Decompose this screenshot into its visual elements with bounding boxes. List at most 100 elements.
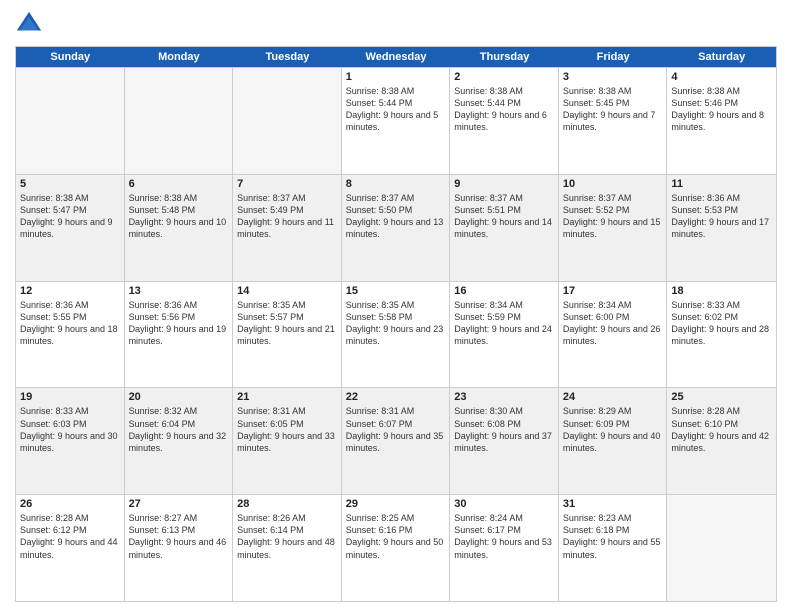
day-number: 30	[454, 498, 554, 510]
day-number: 10	[563, 178, 663, 190]
calendar-cell	[233, 68, 342, 174]
cell-info: Sunrise: 8:31 AM Sunset: 6:07 PM Dayligh…	[346, 405, 446, 454]
day-number: 21	[237, 391, 337, 403]
cell-info: Sunrise: 8:34 AM Sunset: 5:59 PM Dayligh…	[454, 299, 554, 348]
day-number: 12	[20, 285, 120, 297]
cell-info: Sunrise: 8:32 AM Sunset: 6:04 PM Dayligh…	[129, 405, 229, 454]
day-number: 26	[20, 498, 120, 510]
day-number: 8	[346, 178, 446, 190]
page: SundayMondayTuesdayWednesdayThursdayFrid…	[0, 0, 792, 612]
calendar-cell: 19 Sunrise: 8:33 AM Sunset: 6:03 PM Dayli…	[16, 388, 125, 494]
calendar-week-1: 1Sunrise: 8:38 AM Sunset: 5:44 PM Daylig…	[16, 67, 776, 174]
day-number: 31	[563, 498, 663, 510]
calendar-cell: 27 Sunrise: 8:27 AM Sunset: 6:13 PM Dayli…	[125, 495, 234, 601]
day-number: 23	[454, 391, 554, 403]
calendar-header: SundayMondayTuesdayWednesdayThursdayFrid…	[16, 47, 776, 67]
day-number: 19	[20, 391, 120, 403]
calendar-week-3: 12 Sunrise: 8:36 AM Sunset: 5:55 PM Dayli…	[16, 281, 776, 388]
calendar-cell: 28 Sunrise: 8:26 AM Sunset: 6:14 PM Dayli…	[233, 495, 342, 601]
cell-info: Sunrise: 8:27 AM Sunset: 6:13 PM Dayligh…	[129, 512, 229, 561]
calendar-cell: 4Sunrise: 8:38 AM Sunset: 5:46 PM Daylig…	[667, 68, 776, 174]
cell-info: Sunrise: 8:35 AM Sunset: 5:57 PM Dayligh…	[237, 299, 337, 348]
cell-info: Sunrise: 8:23 AM Sunset: 6:18 PM Dayligh…	[563, 512, 663, 561]
day-number: 25	[671, 391, 772, 403]
cell-info: Sunrise: 8:25 AM Sunset: 6:16 PM Dayligh…	[346, 512, 446, 561]
calendar-cell: 24 Sunrise: 8:29 AM Sunset: 6:09 PM Dayli…	[559, 388, 668, 494]
calendar-cell: 29 Sunrise: 8:25 AM Sunset: 6:16 PM Dayli…	[342, 495, 451, 601]
calendar-week-4: 19 Sunrise: 8:33 AM Sunset: 6:03 PM Dayli…	[16, 387, 776, 494]
day-number: 28	[237, 498, 337, 510]
header-day-thursday: Thursday	[450, 47, 559, 67]
header-day-wednesday: Wednesday	[342, 47, 451, 67]
day-number: 3	[563, 71, 663, 83]
calendar-cell: 16 Sunrise: 8:34 AM Sunset: 5:59 PM Dayli…	[450, 282, 559, 388]
calendar-cell: 17 Sunrise: 8:34 AM Sunset: 6:00 PM Dayli…	[559, 282, 668, 388]
day-number: 24	[563, 391, 663, 403]
cell-info: Sunrise: 8:33 AM Sunset: 6:03 PM Dayligh…	[20, 405, 120, 454]
day-number: 5	[20, 178, 120, 190]
calendar-cell: 7Sunrise: 8:37 AM Sunset: 5:49 PM Daylig…	[233, 175, 342, 281]
calendar-cell: 20 Sunrise: 8:32 AM Sunset: 6:04 PM Dayli…	[125, 388, 234, 494]
header-day-friday: Friday	[559, 47, 668, 67]
calendar-week-5: 26 Sunrise: 8:28 AM Sunset: 6:12 PM Dayli…	[16, 494, 776, 601]
day-number: 14	[237, 285, 337, 297]
header	[15, 10, 777, 38]
calendar-cell: 8 Sunrise: 8:37 AM Sunset: 5:50 PM Daylig…	[342, 175, 451, 281]
cell-info: Sunrise: 8:38 AM Sunset: 5:46 PM Dayligh…	[671, 85, 772, 134]
cell-info: Sunrise: 8:36 AM Sunset: 5:55 PM Dayligh…	[20, 299, 120, 348]
cell-info: Sunrise: 8:31 AM Sunset: 6:05 PM Dayligh…	[237, 405, 337, 454]
cell-info: Sunrise: 8:36 AM Sunset: 5:56 PM Dayligh…	[129, 299, 229, 348]
calendar-cell	[125, 68, 234, 174]
calendar-cell	[667, 495, 776, 601]
cell-info: Sunrise: 8:28 AM Sunset: 6:12 PM Dayligh…	[20, 512, 120, 561]
day-number: 6	[129, 178, 229, 190]
calendar-body: 1Sunrise: 8:38 AM Sunset: 5:44 PM Daylig…	[16, 67, 776, 601]
cell-info: Sunrise: 8:38 AM Sunset: 5:44 PM Dayligh…	[346, 85, 446, 134]
logo	[15, 10, 47, 38]
calendar-cell: 12 Sunrise: 8:36 AM Sunset: 5:55 PM Dayli…	[16, 282, 125, 388]
calendar: SundayMondayTuesdayWednesdayThursdayFrid…	[15, 46, 777, 602]
cell-info: Sunrise: 8:35 AM Sunset: 5:58 PM Dayligh…	[346, 299, 446, 348]
calendar-cell: 18 Sunrise: 8:33 AM Sunset: 6:02 PM Dayli…	[667, 282, 776, 388]
day-number: 20	[129, 391, 229, 403]
cell-info: Sunrise: 8:36 AM Sunset: 5:53 PM Dayligh…	[671, 192, 772, 241]
cell-info: Sunrise: 8:29 AM Sunset: 6:09 PM Dayligh…	[563, 405, 663, 454]
cell-info: Sunrise: 8:26 AM Sunset: 6:14 PM Dayligh…	[237, 512, 337, 561]
calendar-cell: 1Sunrise: 8:38 AM Sunset: 5:44 PM Daylig…	[342, 68, 451, 174]
cell-info: Sunrise: 8:37 AM Sunset: 5:50 PM Dayligh…	[346, 192, 446, 241]
calendar-cell: 13Sunrise: 8:36 AM Sunset: 5:56 PM Dayli…	[125, 282, 234, 388]
header-day-tuesday: Tuesday	[233, 47, 342, 67]
cell-info: Sunrise: 8:34 AM Sunset: 6:00 PM Dayligh…	[563, 299, 663, 348]
cell-info: Sunrise: 8:24 AM Sunset: 6:17 PM Dayligh…	[454, 512, 554, 561]
cell-info: Sunrise: 8:38 AM Sunset: 5:44 PM Dayligh…	[454, 85, 554, 134]
day-number: 18	[671, 285, 772, 297]
calendar-cell: 26 Sunrise: 8:28 AM Sunset: 6:12 PM Dayli…	[16, 495, 125, 601]
logo-icon	[15, 10, 43, 38]
day-number: 11	[671, 178, 772, 190]
calendar-cell: 9Sunrise: 8:37 AM Sunset: 5:51 PM Daylig…	[450, 175, 559, 281]
calendar-cell: 10 Sunrise: 8:37 AM Sunset: 5:52 PM Dayli…	[559, 175, 668, 281]
calendar-cell: 3Sunrise: 8:38 AM Sunset: 5:45 PM Daylig…	[559, 68, 668, 174]
cell-info: Sunrise: 8:33 AM Sunset: 6:02 PM Dayligh…	[671, 299, 772, 348]
calendar-cell: 14 Sunrise: 8:35 AM Sunset: 5:57 PM Dayli…	[233, 282, 342, 388]
header-day-monday: Monday	[125, 47, 234, 67]
calendar-cell: 2Sunrise: 8:38 AM Sunset: 5:44 PM Daylig…	[450, 68, 559, 174]
day-number: 7	[237, 178, 337, 190]
cell-info: Sunrise: 8:38 AM Sunset: 5:48 PM Dayligh…	[129, 192, 229, 241]
cell-info: Sunrise: 8:37 AM Sunset: 5:51 PM Dayligh…	[454, 192, 554, 241]
day-number: 16	[454, 285, 554, 297]
cell-info: Sunrise: 8:30 AM Sunset: 6:08 PM Dayligh…	[454, 405, 554, 454]
cell-info: Sunrise: 8:37 AM Sunset: 5:52 PM Dayligh…	[563, 192, 663, 241]
calendar-cell: 21 Sunrise: 8:31 AM Sunset: 6:05 PM Dayli…	[233, 388, 342, 494]
day-number: 22	[346, 391, 446, 403]
calendar-week-2: 5Sunrise: 8:38 AM Sunset: 5:47 PM Daylig…	[16, 174, 776, 281]
day-number: 27	[129, 498, 229, 510]
day-number: 29	[346, 498, 446, 510]
calendar-cell: 15Sunrise: 8:35 AM Sunset: 5:58 PM Dayli…	[342, 282, 451, 388]
calendar-cell: 22 Sunrise: 8:31 AM Sunset: 6:07 PM Dayli…	[342, 388, 451, 494]
calendar-cell: 11 Sunrise: 8:36 AM Sunset: 5:53 PM Dayli…	[667, 175, 776, 281]
day-number: 17	[563, 285, 663, 297]
calendar-cell: 23 Sunrise: 8:30 AM Sunset: 6:08 PM Dayli…	[450, 388, 559, 494]
calendar-cell: 31 Sunrise: 8:23 AM Sunset: 6:18 PM Dayli…	[559, 495, 668, 601]
calendar-cell	[16, 68, 125, 174]
